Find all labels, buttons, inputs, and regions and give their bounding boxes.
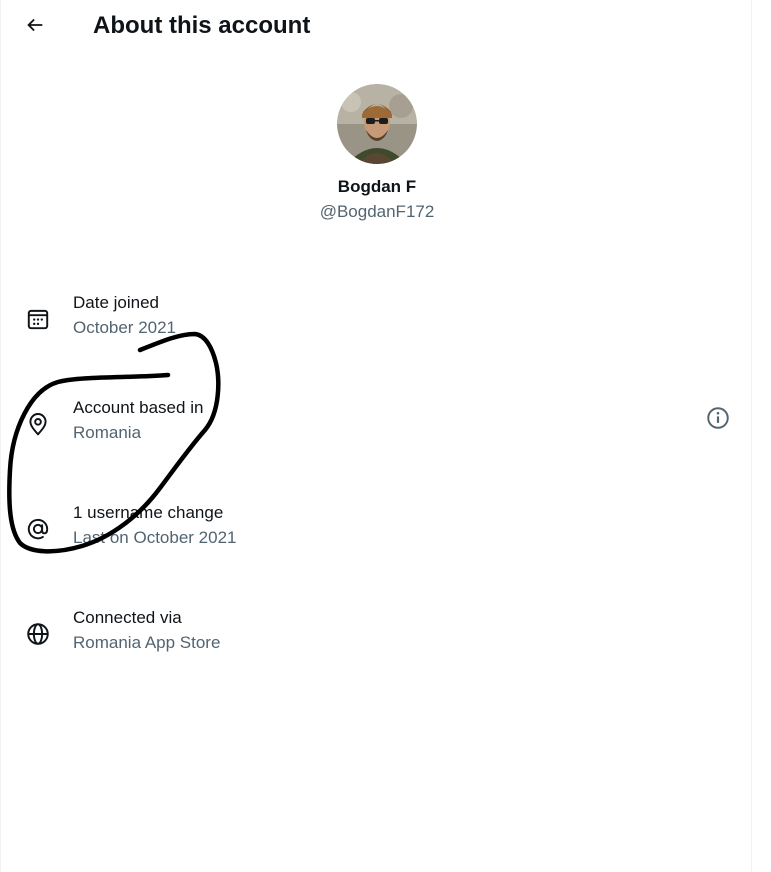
account-based-in-row: Account based in Romania bbox=[1, 397, 753, 457]
username-handle: @BogdanF172 bbox=[319, 202, 435, 221]
username-change-value: Last on October 2021 bbox=[73, 528, 237, 547]
connected-via-label: Connected via bbox=[73, 608, 182, 627]
account-based-in-label: Account based in bbox=[73, 398, 204, 417]
connected-via-row: Connected via Romania App Store bbox=[1, 607, 753, 667]
about-account-panel: About this account Bogdan F @BogdanF172 … bbox=[0, 0, 752, 872]
connected-via-value: Romania App Store bbox=[73, 633, 221, 652]
date-joined-row: Date joined October 2021 bbox=[1, 292, 753, 352]
avatar[interactable] bbox=[337, 84, 417, 164]
profile-summary: Bogdan F @BogdanF172 bbox=[1, 84, 753, 222]
page-title: About this account bbox=[93, 12, 311, 39]
at-sign-icon bbox=[27, 518, 49, 540]
date-joined-value: October 2021 bbox=[73, 318, 177, 337]
back-button[interactable] bbox=[18, 8, 52, 42]
calendar-icon bbox=[27, 309, 49, 330]
globe-icon bbox=[27, 623, 49, 645]
username-change-label: 1 username change bbox=[73, 503, 224, 522]
location-pin-icon bbox=[29, 413, 47, 436]
arrow-left-icon bbox=[27, 18, 43, 32]
header: About this account bbox=[1, 0, 751, 53]
display-name: Bogdan F bbox=[337, 177, 417, 196]
username-change-row: 1 username change Last on October 2021 bbox=[1, 502, 753, 562]
account-based-in-value: Romania bbox=[73, 423, 142, 442]
date-joined-label: Date joined bbox=[73, 293, 160, 312]
info-icon[interactable] bbox=[705, 405, 731, 431]
